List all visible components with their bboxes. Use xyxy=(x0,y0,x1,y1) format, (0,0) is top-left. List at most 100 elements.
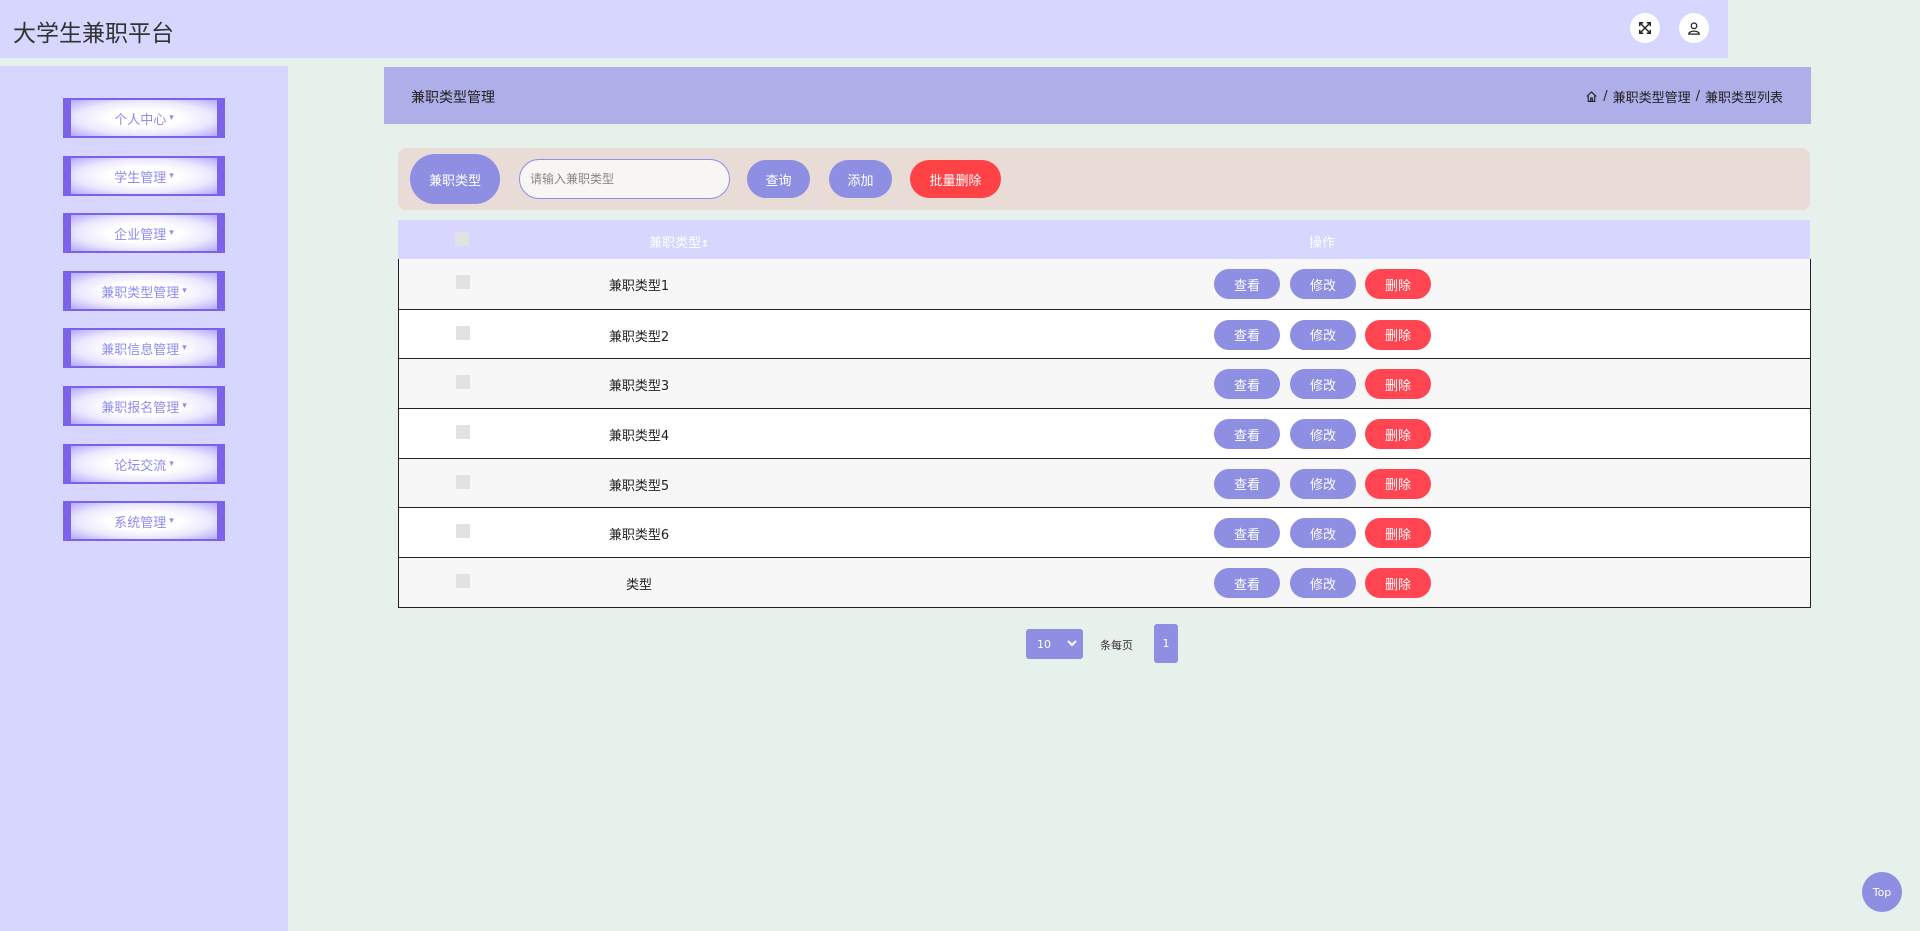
page-number-button[interactable]: 1 xyxy=(1154,624,1178,663)
table-body: 兼职类型1 查看 修改 删除 兼职类型2 查看 修改 删除 兼职类型3 查看 修… xyxy=(398,259,1811,608)
table-row: 兼职类型4 查看 修改 删除 xyxy=(399,408,1810,458)
sidebar-item-label: 学生管理 xyxy=(114,170,167,186)
delete-button[interactable]: 删除 xyxy=(1365,319,1431,350)
edit-button[interactable]: 修改 xyxy=(1290,319,1356,350)
row-checkbox[interactable] xyxy=(456,325,470,340)
sidebar: 个人中心 ▾ 学生管理 ▾ 企业管理 ▾ 兼职类型管理 ▾ 兼职信息管理 ▾ 兼职报名管理… xyxy=(0,66,288,931)
caret-down-icon: ▾ xyxy=(169,171,174,181)
caret-down-icon: ▾ xyxy=(169,113,174,123)
breadcrumb-item: 兼职类型列表 xyxy=(1704,91,1783,106)
query-button[interactable]: 查询 xyxy=(747,160,810,198)
job-type-cell: 兼职类型4 xyxy=(608,429,670,445)
table-row: 类型 查看 修改 删除 xyxy=(399,557,1810,607)
sidebar-item-label: 兼职类型管理 xyxy=(101,285,180,301)
table-row: 兼职类型3 查看 修改 删除 xyxy=(399,358,1810,409)
table-row: 兼职类型5 查看 修改 删除 xyxy=(399,457,1810,508)
delete-button[interactable]: 删除 xyxy=(1365,419,1431,450)
sidebar-item-label: 论坛交流 xyxy=(114,458,167,474)
page-size-select[interactable]: 10 xyxy=(1026,629,1083,659)
sidebar-item-label: 系统管理 xyxy=(114,515,167,531)
job-type-cell: 兼职类型1 xyxy=(608,279,670,294)
job-type-cell: 兼职类型3 xyxy=(608,379,670,395)
chevron-down-icon xyxy=(1067,640,1077,647)
sidebar-item-system-management[interactable]: 系统管理 ▾ xyxy=(63,501,225,541)
sidebar-item-company-management[interactable]: 企业管理 ▾ xyxy=(63,213,225,253)
job-type-cell: 兼职类型5 xyxy=(608,478,670,494)
table-header: 兼职类型⇕ 操作 xyxy=(398,220,1810,259)
sidebar-item-forum[interactable]: 论坛交流 ▾ xyxy=(63,444,225,484)
sidebar-item-label: 兼职信息管理 xyxy=(101,342,180,358)
view-button[interactable]: 查看 xyxy=(1214,319,1280,350)
caret-down-icon: ▾ xyxy=(182,401,187,411)
breadcrumb-item[interactable]: 兼职类型管理 xyxy=(1613,87,1691,106)
edit-button[interactable]: 修改 xyxy=(1290,468,1356,499)
delete-button[interactable]: 删除 xyxy=(1365,269,1431,299)
column-header-label: 兼职类型 xyxy=(649,236,702,251)
row-checkbox[interactable] xyxy=(456,574,470,589)
sidebar-item-label: 兼职报名管理 xyxy=(101,400,180,416)
sidebar-item-job-application-management[interactable]: 兼职报名管理 ▾ xyxy=(63,386,225,426)
column-header-operations: 操作 xyxy=(1309,236,1336,251)
row-checkbox[interactable] xyxy=(456,275,470,289)
edit-button[interactable]: 修改 xyxy=(1290,269,1356,299)
page-size-value: 10 xyxy=(1037,637,1051,651)
batch-delete-button[interactable]: 批量删除 xyxy=(910,160,1001,198)
view-button[interactable]: 查看 xyxy=(1214,269,1280,299)
user-button[interactable] xyxy=(1679,13,1709,43)
per-page-label: 条每页 xyxy=(1100,639,1133,652)
sidebar-item-job-info-management[interactable]: 兼职信息管理 ▾ xyxy=(63,328,225,368)
breadcrumb-separator: / xyxy=(1695,89,1700,104)
edit-button[interactable]: 修改 xyxy=(1290,518,1356,549)
home-icon[interactable] xyxy=(1585,90,1598,103)
view-button[interactable]: 查看 xyxy=(1214,468,1280,499)
caret-down-icon: ▾ xyxy=(169,516,174,526)
breadcrumb-separator: / xyxy=(1603,89,1608,104)
column-header-job-type[interactable]: 兼职类型⇕ xyxy=(649,232,709,251)
caret-down-icon: ▾ xyxy=(182,343,187,353)
sidebar-item-job-type-management[interactable]: 兼职类型管理 ▾ xyxy=(63,271,225,311)
row-checkbox[interactable] xyxy=(456,375,470,390)
back-to-top-button[interactable]: Top xyxy=(1862,872,1902,912)
view-button[interactable]: 查看 xyxy=(1214,369,1280,400)
job-type-cell: 兼职类型2 xyxy=(608,329,670,345)
table-row: 兼职类型1 查看 修改 删除 xyxy=(399,259,1810,309)
view-button[interactable]: 查看 xyxy=(1214,419,1280,450)
search-input[interactable] xyxy=(519,159,730,199)
site-title: 大学生兼职平台 xyxy=(13,21,174,47)
delete-button[interactable]: 删除 xyxy=(1365,468,1431,499)
page-title: 兼职类型管理 xyxy=(411,90,495,106)
sort-icon[interactable]: ⇕ xyxy=(701,239,709,250)
user-icon xyxy=(1688,22,1700,35)
add-button[interactable]: 添加 xyxy=(829,160,892,198)
caret-down-icon: ▾ xyxy=(169,228,174,238)
row-checkbox[interactable] xyxy=(456,474,470,489)
edit-button[interactable]: 修改 xyxy=(1290,369,1356,400)
delete-button[interactable]: 删除 xyxy=(1365,568,1431,599)
breadcrumb: / 兼职类型管理 / 兼职类型列表 xyxy=(1585,87,1783,106)
caret-down-icon: ▾ xyxy=(169,459,174,469)
row-checkbox[interactable] xyxy=(456,425,470,440)
search-label: 兼职类型 xyxy=(410,154,500,204)
delete-button[interactable]: 删除 xyxy=(1365,369,1431,400)
view-button[interactable]: 查看 xyxy=(1214,568,1280,599)
sidebar-item-label: 个人中心 xyxy=(114,112,167,128)
sidebar-item-label: 企业管理 xyxy=(114,227,167,243)
search-panel: 兼职类型 查询 添加 批量删除 xyxy=(398,148,1810,210)
caret-down-icon: ▾ xyxy=(182,286,187,296)
content-header: 兼职类型管理 / 兼职类型管理 / 兼职类型列表 xyxy=(384,67,1811,124)
sidebar-item-student-management[interactable]: 学生管理 ▾ xyxy=(63,156,225,196)
delete-button[interactable]: 删除 xyxy=(1365,518,1431,549)
table-row: 兼职类型2 查看 修改 删除 xyxy=(399,308,1810,359)
view-button[interactable]: 查看 xyxy=(1214,518,1280,549)
table-row: 兼职类型6 查看 修改 删除 xyxy=(399,507,1810,558)
job-type-cell: 兼职类型6 xyxy=(608,528,670,544)
fullscreen-icon xyxy=(1639,22,1651,34)
edit-button[interactable]: 修改 xyxy=(1290,419,1356,450)
edit-button[interactable]: 修改 xyxy=(1290,568,1356,599)
job-type-cell: 类型 xyxy=(625,578,652,594)
select-all-checkbox[interactable] xyxy=(455,232,469,246)
top-header: 大学生兼职平台 xyxy=(0,0,1728,58)
sidebar-item-personal-center[interactable]: 个人中心 ▾ xyxy=(63,98,225,138)
row-checkbox[interactable] xyxy=(456,524,470,539)
fullscreen-button[interactable] xyxy=(1630,13,1660,43)
